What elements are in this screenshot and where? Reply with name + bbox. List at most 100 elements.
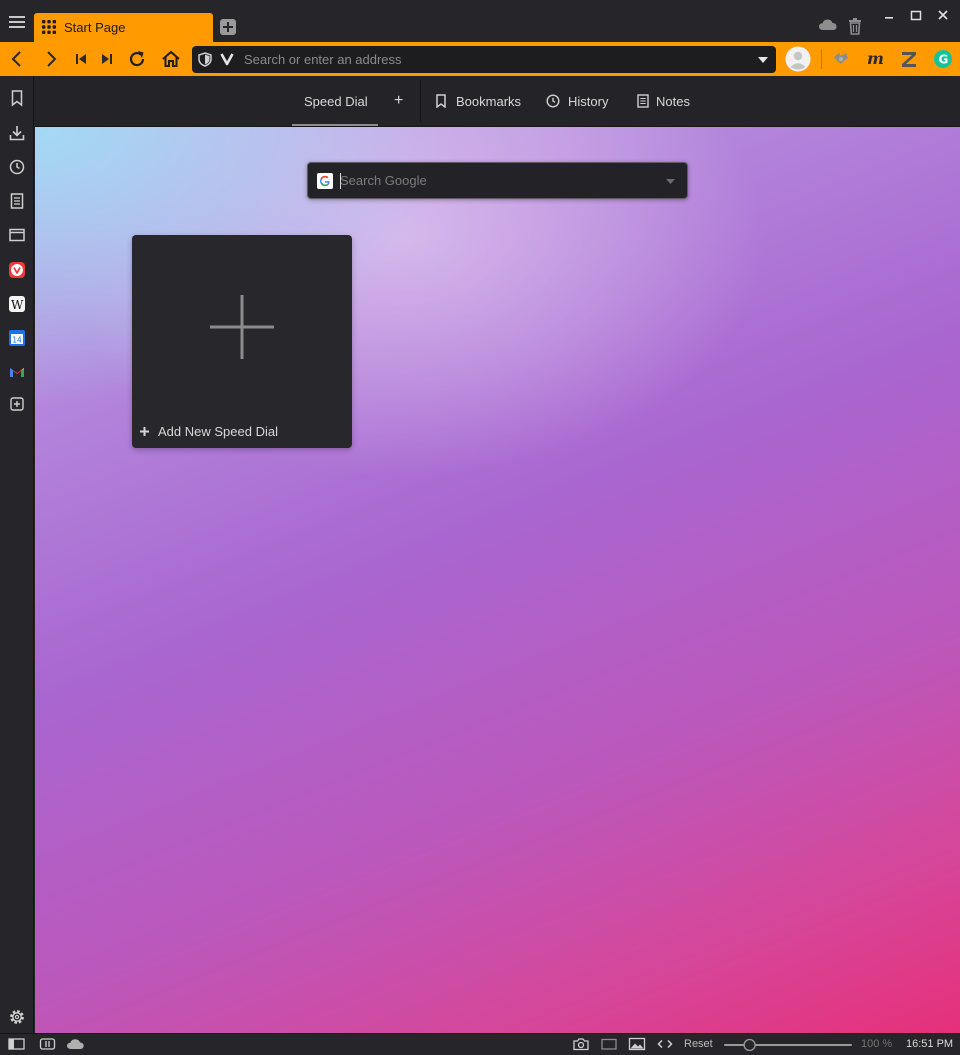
active-tab-indicator bbox=[292, 124, 378, 126]
panel-bookmarks-button[interactable] bbox=[7, 88, 27, 108]
reload-button[interactable] bbox=[125, 47, 149, 71]
trash-icon bbox=[849, 18, 861, 35]
history-icon bbox=[9, 159, 25, 175]
search-input[interactable] bbox=[340, 163, 660, 198]
window-icon bbox=[9, 228, 25, 242]
site-security-button[interactable] bbox=[198, 52, 212, 67]
vivaldi-menu-button[interactable] bbox=[4, 10, 30, 34]
start-page-content: Add New Speed Dial bbox=[35, 127, 960, 1033]
zoom-slider-track bbox=[724, 1039, 852, 1051]
shield-icon bbox=[198, 52, 212, 67]
panel-sidebar: W 14 bbox=[0, 76, 34, 1033]
address-input[interactable] bbox=[244, 46, 744, 73]
tiling-button[interactable] bbox=[39, 1037, 57, 1051]
add-speed-dial-group-button[interactable]: + bbox=[394, 76, 403, 126]
minimize-icon bbox=[885, 17, 893, 19]
forward-button[interactable] bbox=[39, 47, 63, 71]
m-extension-icon: m bbox=[867, 49, 884, 68]
speed-dial-grid-icon bbox=[42, 20, 56, 34]
tab-bar: Start Page bbox=[0, 0, 960, 42]
tab-speed-dial-label: Speed Dial bbox=[304, 93, 368, 109]
zoom-level: 100 % bbox=[861, 1038, 893, 1050]
back-button[interactable] bbox=[5, 47, 29, 71]
plus-icon bbox=[220, 19, 236, 35]
tab-bookmarks[interactable]: Bookmarks bbox=[435, 76, 521, 126]
add-speed-dial-tile[interactable]: Add New Speed Dial bbox=[132, 235, 352, 448]
zoom-reset-button[interactable]: Reset bbox=[684, 1038, 713, 1050]
chevron-left-icon bbox=[11, 51, 21, 67]
tab-history-label: History bbox=[568, 93, 609, 109]
zotero-button[interactable] bbox=[897, 48, 921, 70]
panel-toggle-button[interactable] bbox=[8, 1037, 26, 1051]
camera-icon bbox=[573, 1038, 589, 1051]
extension-icon bbox=[834, 53, 848, 64]
hamburger-icon bbox=[9, 16, 25, 28]
page-actions-button[interactable] bbox=[656, 1037, 674, 1051]
svg-text:m: m bbox=[867, 49, 884, 68]
reload-icon bbox=[129, 51, 145, 67]
gear-icon bbox=[10, 1010, 24, 1024]
vivaldi-v-icon bbox=[220, 52, 234, 66]
profile-button[interactable] bbox=[785, 46, 811, 72]
toolbar-divider bbox=[821, 49, 822, 69]
panel-toggle-icon bbox=[8, 1038, 25, 1050]
cloud-icon bbox=[67, 1039, 84, 1049]
tab-speed-dial[interactable]: Speed Dial bbox=[304, 76, 368, 126]
tile-tabs-icon bbox=[39, 1038, 56, 1050]
grammarly-button[interactable]: G bbox=[931, 48, 955, 70]
tab-start-page[interactable]: Start Page bbox=[34, 13, 213, 42]
closed-tabs-button[interactable] bbox=[847, 17, 863, 35]
sync-cloud-button[interactable] bbox=[818, 17, 838, 33]
tab-notes[interactable]: Notes bbox=[637, 76, 690, 126]
tab-history[interactable]: History bbox=[546, 76, 608, 126]
web-panel-vivaldi[interactable] bbox=[7, 260, 27, 280]
panel-history-button[interactable] bbox=[7, 157, 27, 177]
web-panel-calendar[interactable]: 14 bbox=[7, 328, 27, 348]
tab-notes-label: Notes bbox=[656, 93, 690, 109]
bookmarks-icon bbox=[11, 90, 23, 107]
address-dropdown-button[interactable] bbox=[758, 57, 768, 63]
caret-down-icon bbox=[666, 179, 675, 184]
small-plus-icon bbox=[140, 427, 149, 436]
panel-notes-button[interactable] bbox=[7, 191, 27, 211]
wikipedia-icon: W bbox=[9, 296, 25, 312]
capture-button[interactable] bbox=[572, 1037, 590, 1051]
rewind-button[interactable] bbox=[69, 47, 93, 71]
maximize-icon bbox=[910, 10, 922, 21]
settings-button[interactable] bbox=[7, 1007, 27, 1027]
sync-status-button[interactable] bbox=[66, 1037, 86, 1051]
add-web-panel-button[interactable] bbox=[7, 394, 27, 414]
notes-icon bbox=[10, 193, 24, 209]
close-window-button[interactable] bbox=[932, 8, 954, 24]
zoom-slider[interactable] bbox=[722, 1039, 854, 1051]
plus-icon bbox=[210, 295, 274, 359]
search-engine-dropdown[interactable] bbox=[666, 179, 675, 184]
m-extension-button[interactable]: m bbox=[863, 48, 887, 70]
calendar-icon: 14 bbox=[9, 330, 25, 346]
address-field[interactable] bbox=[192, 46, 776, 73]
bookmark-icon bbox=[436, 94, 446, 108]
web-panel-gmail[interactable] bbox=[7, 362, 27, 382]
history-icon bbox=[546, 94, 560, 108]
tab-bookmarks-label: Bookmarks bbox=[456, 93, 522, 109]
tab-title: Start Page bbox=[64, 20, 126, 35]
zoom-slider-thumb bbox=[743, 1039, 756, 1051]
fast-forward-icon bbox=[102, 54, 112, 64]
home-button[interactable] bbox=[159, 47, 183, 71]
downloads-icon bbox=[9, 126, 25, 141]
maximize-button[interactable] bbox=[905, 8, 927, 24]
minimize-button[interactable] bbox=[878, 8, 900, 24]
notes-icon bbox=[637, 94, 649, 108]
page-tiling-button[interactable] bbox=[600, 1037, 618, 1051]
svg-text:14: 14 bbox=[12, 336, 22, 345]
web-panel-wikipedia[interactable]: W bbox=[7, 294, 27, 314]
panel-downloads-button[interactable] bbox=[7, 123, 27, 143]
images-toggle-button[interactable] bbox=[628, 1037, 646, 1051]
new-tab-button[interactable] bbox=[219, 18, 237, 36]
add-web-panel-icon bbox=[10, 397, 24, 411]
panel-window-button[interactable] bbox=[7, 225, 27, 245]
gmail-icon bbox=[10, 368, 24, 377]
extension-button[interactable] bbox=[829, 48, 853, 70]
search-box[interactable] bbox=[307, 162, 688, 199]
fast-forward-button[interactable] bbox=[95, 47, 119, 71]
